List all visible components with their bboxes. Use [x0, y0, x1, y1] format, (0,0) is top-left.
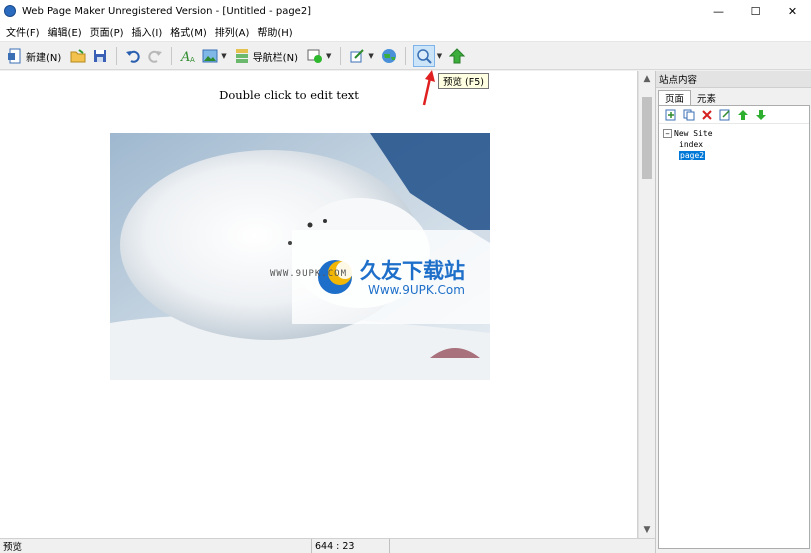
tree-root-label[interactable]: New Site — [674, 129, 713, 138]
image-dropdown-icon[interactable]: ▼ — [221, 52, 226, 60]
app-window: Web Page Maker Unregistered Version - [U… — [0, 0, 811, 553]
edit-form-icon[interactable] — [348, 47, 366, 65]
tab-pages[interactable]: 页面 — [658, 90, 692, 105]
watermark-url: WWW.9UPK.COM — [270, 269, 348, 279]
tree-node-index[interactable]: index — [663, 139, 809, 150]
tree-item-label[interactable]: index — [679, 140, 703, 149]
add-page-icon[interactable] — [664, 108, 678, 122]
menu-bar: 文件(F) 编辑(E) 页面(P) 插入(I) 格式(M) 排列(A) 帮助(H… — [0, 22, 811, 42]
editor-vertical-scrollbar[interactable]: ▲ ▼ — [638, 71, 655, 538]
preview-magnifier-icon[interactable] — [412, 45, 435, 67]
insert-text-icon[interactable]: AA — [179, 47, 197, 65]
undo-icon[interactable] — [124, 47, 142, 65]
window-title: Web Page Maker Unregistered Version - [U… — [22, 5, 312, 17]
watermark-subtitle: Www.9UPK.Com — [368, 283, 465, 297]
insert-object-icon[interactable] — [306, 47, 324, 65]
navbar-button[interactable]: 导航栏(N) — [253, 49, 298, 64]
status-empty — [390, 539, 655, 553]
maximize-button[interactable]: ☐ — [737, 0, 774, 22]
page-editor-canvas[interactable]: Double click to edit text WWW.9UPK.COM 久… — [0, 71, 638, 538]
scroll-thumb[interactable] — [642, 97, 652, 179]
red-pointer-arrow-icon — [422, 70, 435, 106]
open-folder-icon[interactable] — [69, 47, 87, 65]
site-content-panel: 站点内容 页面 元素 − New Site index page2 — [655, 71, 811, 553]
redo-icon[interactable] — [146, 47, 164, 65]
scroll-up-icon[interactable]: ▲ — [639, 71, 655, 87]
menu-edit[interactable]: 编辑(E) — [44, 24, 86, 39]
tab-elements[interactable]: 元素 — [691, 90, 722, 105]
panel-title: 站点内容 — [656, 71, 811, 88]
navbar-icon[interactable] — [233, 47, 251, 65]
form-dropdown-icon[interactable]: ▼ — [368, 52, 373, 60]
collapse-icon[interactable]: − — [663, 129, 672, 138]
tree-item-label-selected[interactable]: page2 — [679, 151, 706, 160]
editable-text-block[interactable]: Double click to edit text — [0, 88, 578, 102]
insert-image-icon[interactable] — [201, 47, 219, 65]
menu-insert[interactable]: 插入(I) — [128, 24, 167, 39]
publish-globe-icon[interactable] — [380, 47, 398, 65]
move-up-icon[interactable] — [736, 108, 750, 122]
toolbar-separator — [404, 47, 406, 65]
status-bar: 预览 644 : 23 — [0, 538, 655, 553]
menu-page[interactable]: 页面(P) — [86, 24, 128, 39]
copy-page-icon[interactable] — [682, 108, 696, 122]
upload-arrow-icon[interactable] — [448, 47, 466, 65]
menu-help[interactable]: 帮助(H) — [253, 24, 296, 39]
toolbar-separator — [340, 47, 342, 65]
preview-dropdown-icon[interactable]: ▼ — [437, 52, 442, 60]
window-controls: — ☐ ✕ — [700, 0, 811, 22]
close-button[interactable]: ✕ — [774, 0, 811, 22]
watermark-title: 久友下载站 — [360, 259, 465, 283]
site-tree: − New Site index page2 — [659, 124, 809, 161]
title-bar: Web Page Maker Unregistered Version - [U… — [0, 0, 811, 22]
menu-file[interactable]: 文件(F) — [2, 24, 44, 39]
move-down-icon[interactable] — [754, 108, 768, 122]
toolbar-separator — [116, 47, 118, 65]
tree-node-root[interactable]: − New Site — [663, 128, 809, 139]
svg-text:A: A — [180, 50, 190, 64]
new-button[interactable]: 新建(N) — [26, 49, 61, 64]
scroll-down-icon[interactable]: ▼ — [639, 522, 655, 538]
tree-node-page2[interactable]: page2 — [663, 150, 809, 161]
object-dropdown-icon[interactable]: ▼ — [326, 52, 331, 60]
page-properties-icon[interactable] — [718, 108, 732, 122]
minimize-button[interactable]: — — [700, 0, 737, 22]
preview-tooltip: 预览 (F5) — [438, 73, 489, 89]
panel-toolbar — [659, 106, 809, 124]
app-logo-icon — [4, 5, 16, 17]
save-icon[interactable] — [91, 47, 109, 65]
main-toolbar: 新建(N) AA ▼ 导航栏(N) ▼ ▼ ▼ — [0, 43, 811, 70]
svg-text:A: A — [190, 56, 195, 64]
panel-tabs: 页面 元素 — [658, 90, 722, 105]
delete-page-icon[interactable] — [700, 108, 714, 122]
seal-photo-image[interactable]: WWW.9UPK.COM 久友下载站 Www.9UPK.Com — [110, 133, 490, 380]
status-message: 预览 — [0, 538, 312, 553]
menu-arrange[interactable]: 排列(A) — [211, 24, 254, 39]
panel-body: − New Site index page2 — [658, 105, 810, 549]
new-page-icon[interactable] — [6, 47, 24, 65]
cursor-coordinates: 644 : 23 — [312, 538, 390, 553]
toolbar-separator — [171, 47, 173, 65]
menu-format[interactable]: 格式(M) — [166, 24, 210, 39]
